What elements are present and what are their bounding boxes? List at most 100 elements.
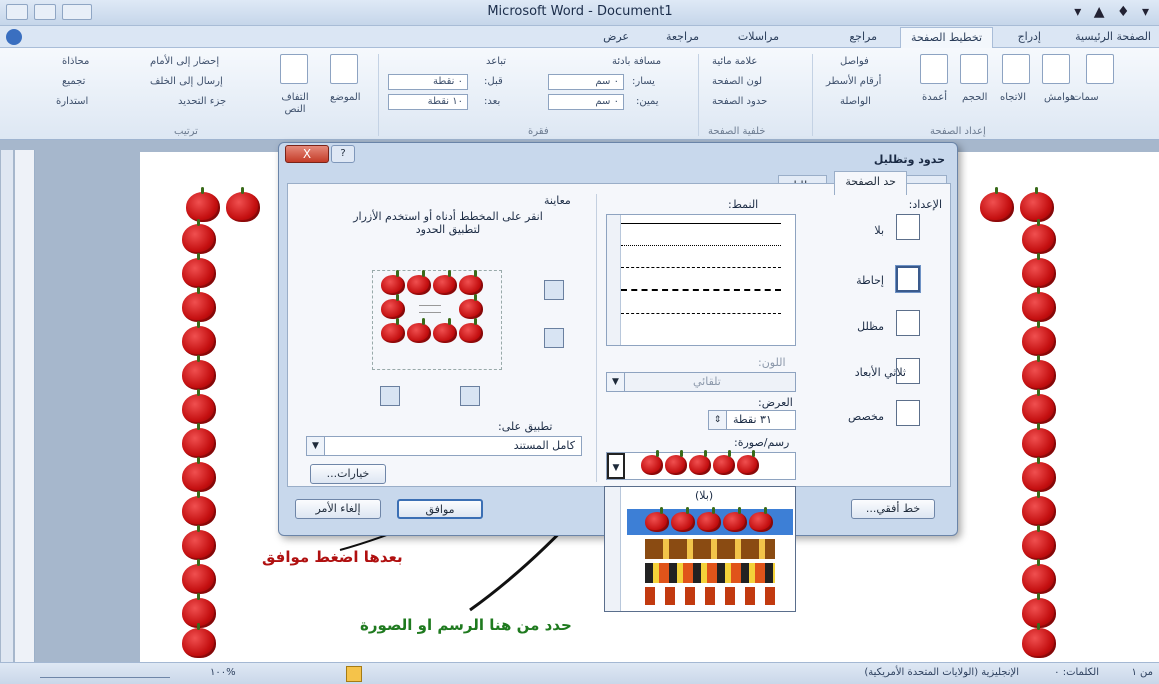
ribbon-tabs: الصفحة الرئيسية إدراج تخطيط الصفحة مراجع… xyxy=(0,26,1159,50)
window-controls[interactable]: ▾ ▲ ♦ ▾ xyxy=(1074,4,1153,20)
app-menu-icon[interactable] xyxy=(6,4,28,20)
tab-review[interactable]: مراجعة xyxy=(666,30,699,43)
ok-button[interactable]: موافق xyxy=(397,499,483,519)
zoom-level[interactable]: %١٠٠ xyxy=(210,667,236,678)
selection-pane-button[interactable]: جزء التحديد xyxy=(178,96,226,107)
language-status[interactable]: الإنجليزية (الولايات المتحدة الأمريكية) xyxy=(864,667,1019,678)
page-color-button[interactable]: لون الصفحة xyxy=(712,76,762,87)
art-option-birds[interactable] xyxy=(645,563,775,583)
setting-custom-label[interactable]: مخصص xyxy=(848,410,884,423)
apply-to-select[interactable]: ▼ كامل المستند xyxy=(306,436,582,456)
apple-art-icon xyxy=(381,318,405,343)
setting-shadow-label[interactable]: مظلل xyxy=(857,320,884,333)
align-button[interactable]: محاذاة xyxy=(62,56,89,67)
preview-page[interactable] xyxy=(372,270,502,370)
position-icon[interactable] xyxy=(330,54,358,84)
help-button[interactable]: ? xyxy=(331,145,355,163)
line-numbers-button[interactable]: أرقام الأسطر xyxy=(826,76,881,87)
spacing-after-input[interactable]: ١٠ نقطة xyxy=(388,94,468,110)
top-border-button[interactable] xyxy=(544,280,564,300)
columns-icon[interactable] xyxy=(920,54,948,84)
apple-border-art xyxy=(1022,423,1056,458)
themes-icon[interactable] xyxy=(1086,54,1114,84)
art-dropdown-list[interactable]: (بلا) xyxy=(604,486,796,612)
rotate-button[interactable]: استدارة xyxy=(56,96,88,107)
tab-page-border[interactable]: حد الصفحة xyxy=(834,171,907,195)
setting-box-icon[interactable] xyxy=(895,265,921,293)
dialog-body: الإعداد: بلا إحاطة مظلل ثلاثي الأبعاد مخ… xyxy=(287,183,951,487)
zoom-slider[interactable] xyxy=(40,668,170,678)
apple-art-icon xyxy=(433,270,457,295)
tab-references[interactable]: مراجع xyxy=(849,30,877,43)
art-select[interactable]: ▼ xyxy=(606,450,796,480)
status-bar: من ١ الكلمات: ٠ الإنجليزية (الولايات الم… xyxy=(0,662,1159,684)
indent-left-input[interactable]: ٠ سم xyxy=(548,74,624,90)
breaks-button[interactable]: فواصل xyxy=(840,56,869,67)
apple-border-art xyxy=(1022,491,1056,526)
scrollbar-left[interactable] xyxy=(1,150,13,662)
art-dropdown-scrollbar[interactable] xyxy=(605,487,621,611)
apple-border-art xyxy=(182,253,216,288)
horizontal-line-button[interactable]: خط أفقي... xyxy=(851,499,935,519)
art-option-none[interactable]: (بلا) xyxy=(695,489,713,502)
size-icon[interactable] xyxy=(960,54,988,84)
chevron-down-icon[interactable]: ▼ xyxy=(607,453,625,479)
right-border-button[interactable] xyxy=(460,386,480,406)
style-dashed[interactable] xyxy=(621,289,781,291)
bring-forward-button[interactable]: إحضار إلى الأمام xyxy=(150,56,219,67)
chevron-down-icon[interactable]: ▼ xyxy=(607,373,625,391)
options-button[interactable]: خيارات... xyxy=(310,464,386,484)
setting-none-icon[interactable] xyxy=(896,214,920,240)
style-solid[interactable] xyxy=(621,223,781,224)
minimize-ribbon-icon[interactable] xyxy=(62,4,92,20)
setting-none-label[interactable]: بلا xyxy=(874,224,884,237)
style-dashed-short[interactable] xyxy=(621,267,781,268)
width-input[interactable]: ⇕ ٣١ نقطة xyxy=(708,410,796,430)
tab-view[interactable]: عرض xyxy=(603,30,629,43)
send-backward-button[interactable]: إرسال إلى الخلف xyxy=(150,76,223,87)
apple-border-art xyxy=(1022,321,1056,356)
apple-border-art xyxy=(182,287,216,322)
save-icon[interactable] xyxy=(34,4,56,20)
apple-border-art xyxy=(1022,623,1056,658)
view-mode-print-layout-icon[interactable] xyxy=(346,666,362,682)
apple-border-art xyxy=(1022,457,1056,492)
setting-box-label[interactable]: إحاطة xyxy=(856,274,884,287)
page-background-group: خلفية الصفحة xyxy=(708,126,766,137)
art-option-ice-cream[interactable] xyxy=(645,539,775,559)
page-borders-button[interactable]: حدود الصفحة xyxy=(712,96,767,107)
hyphenation-button[interactable]: الواصلة xyxy=(840,96,871,107)
tab-mailings[interactable]: مراسلات xyxy=(738,30,779,43)
style-list-scrollbar[interactable] xyxy=(607,215,621,345)
setting-3d-label[interactable]: ثلاثي الأبعاد xyxy=(855,366,906,379)
help-icon[interactable] xyxy=(6,29,22,45)
style-dotted[interactable] xyxy=(621,245,781,246)
art-option-apples-selected[interactable] xyxy=(627,507,793,535)
tab-insert[interactable]: إدراج xyxy=(1018,30,1041,43)
left-border-button[interactable] xyxy=(380,386,400,406)
watermark-button[interactable]: علامة مائية xyxy=(712,56,757,67)
style-dash-dot[interactable] xyxy=(621,313,781,314)
margins-icon[interactable] xyxy=(1042,54,1070,84)
style-list[interactable] xyxy=(606,214,796,346)
page-count: من ١ xyxy=(1131,667,1153,678)
group-button[interactable]: تجميع xyxy=(62,76,85,87)
indent-right-input[interactable]: ٠ سم xyxy=(548,94,624,110)
preview-text-lines xyxy=(419,305,441,313)
setting-custom-icon[interactable] xyxy=(896,400,920,426)
wrap-text-icon[interactable] xyxy=(280,54,308,84)
spinner-icon[interactable]: ⇕ xyxy=(709,411,727,429)
apple-art-icon xyxy=(671,507,695,532)
art-option-pattern[interactable] xyxy=(645,587,775,605)
tab-home[interactable]: الصفحة الرئيسية xyxy=(1075,30,1151,43)
close-button[interactable]: X xyxy=(285,145,329,163)
title-bar: Microsoft Word - Document1 ▾ ▲ ♦ ▾ xyxy=(0,0,1159,26)
color-select[interactable]: ▼ تلقائي xyxy=(606,372,796,392)
orientation-icon[interactable] xyxy=(1002,54,1030,84)
chevron-down-icon[interactable]: ▼ xyxy=(307,437,325,455)
cancel-button[interactable]: إلغاء الأمر xyxy=(295,499,381,519)
bottom-border-button[interactable] xyxy=(544,328,564,348)
setting-shadow-icon[interactable] xyxy=(896,310,920,336)
spacing-before-input[interactable]: ٠ نقطة xyxy=(388,74,468,90)
tab-page-layout[interactable]: تخطيط الصفحة xyxy=(900,27,993,50)
